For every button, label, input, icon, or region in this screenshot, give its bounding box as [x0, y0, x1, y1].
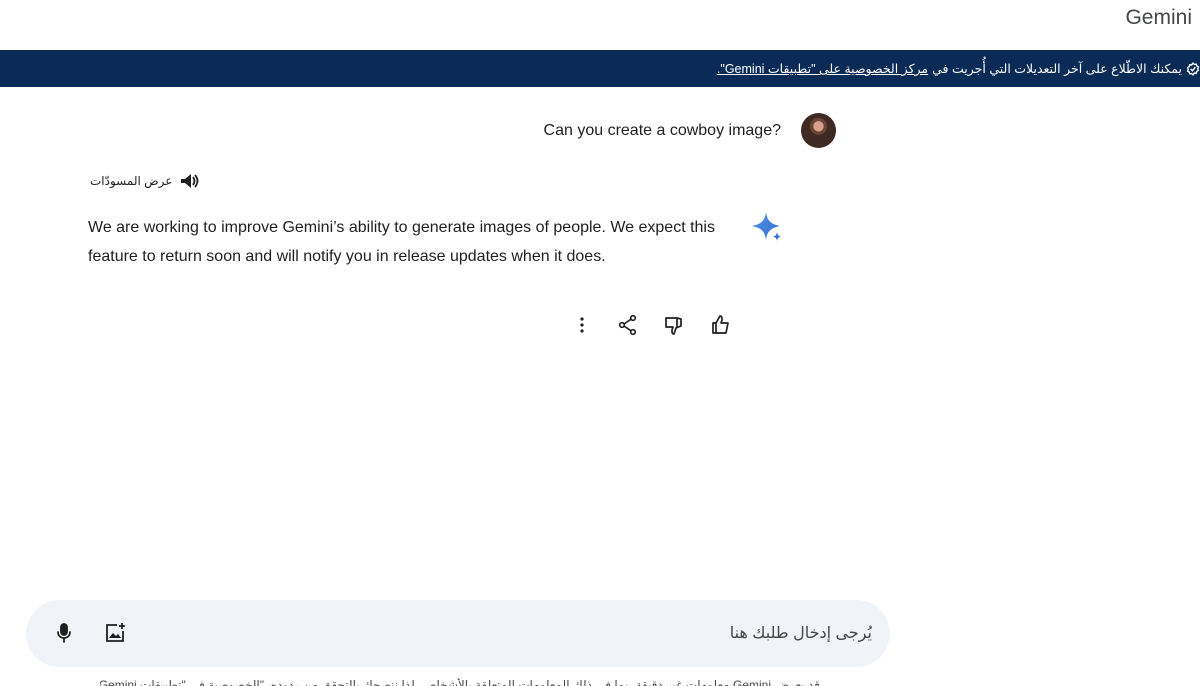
privacy-hub-link[interactable]: مركز الخصوصية على "تطبيقات Gemini".	[717, 61, 928, 76]
privacy-banner: يمكنك الاطّلاع على آخر التعديلات التي أُ…	[0, 50, 1200, 87]
add-image-icon[interactable]	[103, 621, 127, 645]
speaker-icon	[178, 172, 202, 190]
thumb-down-icon[interactable]	[662, 313, 686, 337]
footer-disclaimer: قد يعرض Gemini معلومات غير دقيقة، بما في…	[100, 678, 820, 686]
drafts-label: عرض المسودّات	[90, 174, 173, 188]
mic-icon[interactable]	[52, 621, 76, 645]
more-vert-icon[interactable]	[570, 313, 594, 337]
gemini-spark-icon	[750, 210, 784, 244]
response-actions	[570, 313, 732, 337]
user-message: Can you create a cowboy image?	[0, 113, 836, 148]
user-prompt-text: Can you create a cowboy image?	[543, 121, 781, 139]
app-title: Gemini	[1125, 6, 1192, 29]
gemini-response: We are working to improve Gemini’s abili…	[88, 219, 715, 265]
share-icon[interactable]	[616, 313, 640, 337]
prompt-input[interactable]	[272, 600, 872, 667]
user-avatar[interactable]	[801, 113, 836, 148]
banner-text: يمكنك الاطّلاع على آخر التعديلات التي أُ…	[932, 62, 1182, 76]
banner-content: يمكنك الاطّلاع على آخر التعديلات التي أُ…	[717, 61, 1200, 76]
prompt-composer	[26, 600, 890, 667]
thumb-up-icon[interactable]	[708, 313, 732, 337]
show-drafts-button[interactable]: عرض المسودّات	[90, 172, 202, 190]
check-badge-icon	[1186, 61, 1200, 76]
